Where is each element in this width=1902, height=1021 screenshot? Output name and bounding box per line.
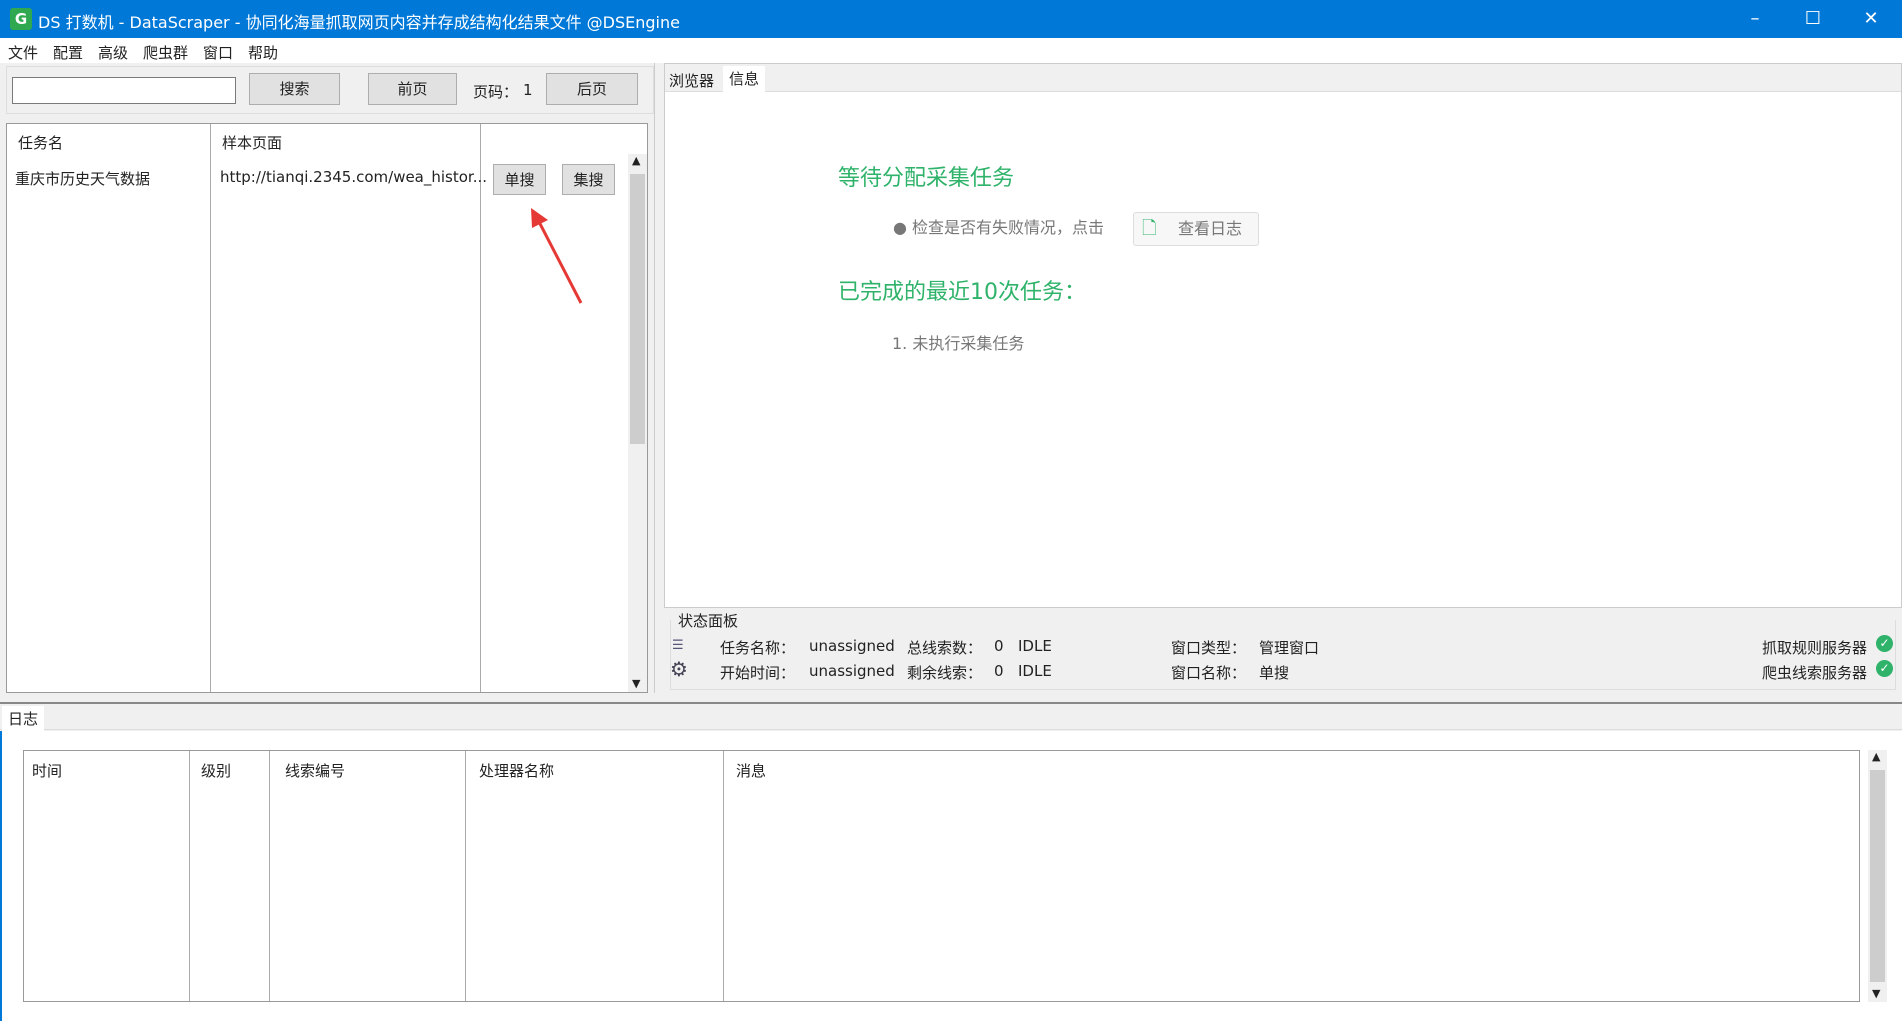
menu-bar: 文件 配置 高级 爬虫群 窗口 帮助 [0,38,1902,63]
log-panel: 时间 级别 线索编号 处理器名称 消息 ▲ ▼ [0,731,1902,1021]
menu-crawler-group[interactable]: 爬虫群 [143,42,188,63]
vertical-splitter[interactable] [654,63,662,693]
remain-label: 剩余线索： [907,664,983,682]
clue-server-label: 爬虫线索服务器 [1762,664,1868,682]
remain-value: 0 [994,662,1004,680]
right-panel: 浏览器 信息 等待分配采集任务 ● 检查是否有失败情况，点击 🗋 查看日志 已完… [664,63,1902,608]
task-name-value: unassigned [809,637,895,655]
menu-advanced[interactable]: 高级 [98,42,128,63]
close-button[interactable]: ✕ [1842,0,1900,38]
table-row[interactable]: 重庆市历史天气数据 http://tianqi.2345.com/wea_his… [7,164,627,195]
minimize-button[interactable]: – [1726,0,1784,38]
window-name-value: 单搜 [1259,664,1290,682]
column-header-task-name[interactable]: 任务名 [18,132,63,153]
scroll-down-icon[interactable]: ▼ [632,677,640,690]
total-value: 0 [994,637,1004,655]
task-name: 重庆市历史天气数据 [15,170,151,188]
scroll-down-icon[interactable]: ▼ [1872,987,1880,1000]
column-header-time[interactable]: 时间 [32,760,62,781]
document-icon: 🗋 [1142,218,1157,239]
waiting-title: 等待分配采集任务 [838,166,1015,191]
total-state: IDLE [1018,637,1052,655]
scroll-thumb[interactable] [1870,770,1885,982]
window-name-label: 窗口名称： [1171,664,1247,682]
window-title: DS 打数机 - DataScraper - 协同化海量抓取网页内容并存成结构化… [38,13,680,32]
app-icon: G [10,8,32,30]
column-header-clue-id[interactable]: 线索编号 [285,760,345,781]
prev-page-button[interactable]: 前页 [368,73,457,105]
log-scrollbar[interactable]: ▲ ▼ [1868,750,1887,1002]
column-header-processor[interactable]: 处理器名称 [479,760,554,781]
window-type-value: 管理窗口 [1259,639,1320,657]
search-input[interactable] [12,77,236,104]
scroll-up-icon[interactable]: ▲ [1872,750,1880,763]
task-url: http://tianqi.2345.com/wea_histor... [220,168,488,186]
red-arrow-annotation [531,208,583,304]
log-table: 时间 级别 线索编号 处理器名称 消息 [23,750,1860,1002]
search-button[interactable]: 搜索 [249,73,340,105]
task-scrollbar[interactable]: ▲ ▼ [628,154,647,692]
recent-tasks-title: 已完成的最近10次任务： [838,280,1086,305]
remain-state: IDLE [1018,662,1052,680]
check-circle-icon: ✓ [1876,635,1893,652]
tab-info[interactable]: 信息 [723,66,766,95]
next-page-button[interactable]: 后页 [546,73,638,105]
rule-server-label: 抓取规则服务器 [1762,639,1868,657]
single-search-button[interactable]: 单搜 [493,164,546,195]
start-value: unassigned [809,662,895,680]
menu-window[interactable]: 窗口 [203,42,233,63]
batch-search-button[interactable]: 集搜 [562,164,615,195]
page-label: 页码： [473,83,519,101]
tab-log[interactable]: 日志 [2,706,45,733]
column-header-level[interactable]: 级别 [201,760,231,781]
horizontal-splitter[interactable] [0,697,1902,704]
check-failure-text: ● 检查是否有失败情况，点击 [893,218,1105,237]
total-label: 总线索数： [907,639,983,657]
gear-icon: ⚙ [670,657,688,681]
title-bar: G DS 打数机 - DataScraper - 协同化海量抓取网页内容并存成结… [0,0,1902,38]
column-header-message[interactable]: 消息 [736,760,766,781]
view-log-button[interactable]: 🗋 查看日志 [1133,212,1259,246]
task-name-label: 任务名称： [720,639,796,657]
maximize-button[interactable]: ☐ [1784,0,1842,38]
scroll-up-icon[interactable]: ▲ [632,154,640,167]
menu-help[interactable]: 帮助 [248,42,278,63]
menu-file[interactable]: 文件 [8,42,38,63]
recent-task-item: 1. 未执行采集任务 [892,334,1025,353]
window-type-label: 窗口类型： [1171,639,1247,657]
list-icon: ☰ [672,638,684,653]
check-circle-icon: ✓ [1876,660,1893,677]
page-number: 1 [523,81,533,99]
menu-config[interactable]: 配置 [53,42,83,63]
start-label: 开始时间： [720,664,796,682]
status-panel: 状态面板 ☰ ⚙ 任务名称： unassigned 总线索数： 0 IDLE 开… [664,608,1902,696]
bullet-icon: ● [893,218,913,237]
scroll-thumb[interactable] [630,174,645,444]
tab-browser[interactable]: 浏览器 [669,70,714,91]
column-header-sample-page[interactable]: 样本页面 [222,132,282,153]
